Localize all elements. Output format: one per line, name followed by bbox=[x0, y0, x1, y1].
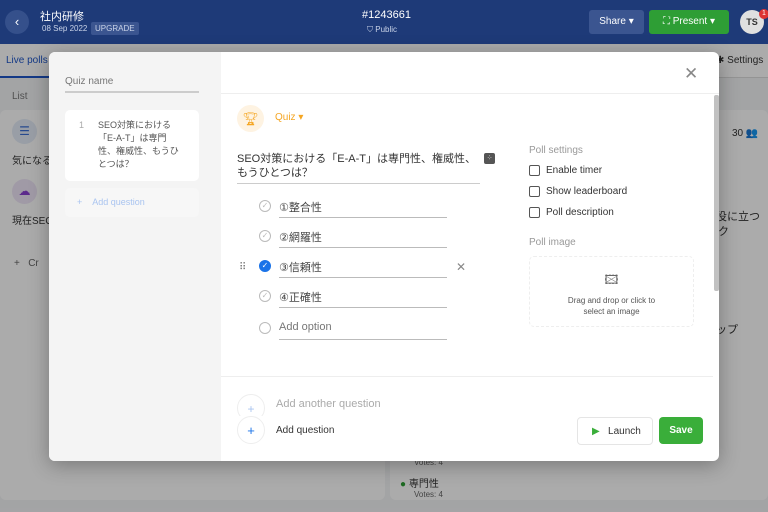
setting-label: Enable timer bbox=[546, 165, 603, 176]
setting-checkbox[interactable]: Poll description bbox=[529, 207, 614, 218]
setting-label: Poll description bbox=[546, 207, 614, 218]
randomize-icon[interactable]: ⁘ bbox=[484, 153, 495, 164]
back-button[interactable]: ‹ bbox=[5, 10, 29, 34]
add-question-button[interactable]: + bbox=[237, 416, 265, 444]
add-question-side-button[interactable]: + Add question bbox=[65, 188, 199, 217]
notification-badge: 1 bbox=[759, 9, 768, 19]
add-question-label: Add question bbox=[276, 425, 335, 436]
poll-image-title: Poll image bbox=[529, 237, 576, 248]
event-date: 08 Sep 2022 bbox=[42, 24, 88, 33]
share-button[interactable]: Share ▾ bbox=[589, 10, 644, 34]
event-id: #1243661 bbox=[362, 9, 411, 21]
save-button[interactable]: Save bbox=[659, 417, 703, 444]
shield-icon: ⛉ bbox=[367, 25, 376, 34]
checkbox[interactable] bbox=[529, 186, 540, 197]
checkbox[interactable] bbox=[529, 207, 540, 218]
check-circle-icon[interactable]: ✓ bbox=[259, 230, 271, 242]
answer-option[interactable]: ✓ ②網羅性 bbox=[259, 226, 447, 248]
answer-option[interactable]: ✓ ④正確性 bbox=[259, 286, 447, 308]
close-icon[interactable]: ✕ bbox=[684, 64, 698, 84]
correct-check-icon[interactable]: ✓ bbox=[259, 260, 271, 272]
answer-option[interactable]: ✓ ①整合性 bbox=[259, 196, 447, 218]
setting-label: Show leaderboard bbox=[546, 186, 628, 197]
question-text-input[interactable]: SEO対策における「E-A-T」は専門性、権威性、もうひとつは？ bbox=[237, 152, 480, 184]
upgrade-button[interactable]: UPGRADE bbox=[91, 22, 139, 35]
image-icon: 🖾 bbox=[604, 272, 619, 287]
check-circle-icon[interactable]: ✓ bbox=[259, 200, 271, 212]
visibility[interactable]: ⛉ Public bbox=[367, 25, 397, 35]
top-header: ‹ 社内研修 08 Sep 2022 UPGRADE #1243661 ⛉ Pu… bbox=[0, 0, 768, 44]
remove-option-icon[interactable]: ✕ bbox=[456, 260, 466, 274]
play-icon: ▶ bbox=[592, 426, 600, 437]
setting-checkbox[interactable]: Show leaderboard bbox=[529, 186, 627, 197]
trophy-icon: 🏆︎ bbox=[237, 105, 264, 132]
quiz-editor-modal: Quiz name 1 SEO対策における「E-A-T」は専門性、権威性、もうひ… bbox=[49, 52, 719, 461]
image-dropzone[interactable]: 🖾 Drag and drop or click to select an im… bbox=[529, 256, 694, 327]
question-list-item[interactable]: 1 SEO対策における「E-A-T」は専門性、権威性、もうひとつは？ bbox=[65, 110, 199, 181]
option-label: ②網羅性 bbox=[279, 232, 322, 244]
option-label: ④正確性 bbox=[279, 292, 322, 304]
check-circle-icon[interactable]: ✓ bbox=[259, 290, 271, 302]
question-list-panel: Quiz name 1 SEO対策における「E-A-T」は専門性、権威性、もうひ… bbox=[49, 52, 221, 461]
presentation-icon: ⛶ bbox=[662, 16, 673, 27]
quiz-type-dropdown[interactable]: Quiz ▾ bbox=[275, 112, 303, 123]
add-another-question-button[interactable]: + bbox=[237, 394, 265, 416]
drag-handle-icon[interactable]: ⠿ bbox=[239, 262, 246, 273]
option-label: ③信頼性 bbox=[279, 262, 322, 274]
launch-button[interactable]: ▶ Launch bbox=[577, 417, 653, 445]
add-another-question-label: Add another question bbox=[276, 398, 381, 410]
setting-checkbox[interactable]: Enable timer bbox=[529, 165, 602, 176]
checkbox[interactable] bbox=[529, 165, 540, 176]
present-button[interactable]: ⛶ Present ▾ bbox=[649, 10, 729, 34]
answer-option[interactable]: ✓ ③信頼性 bbox=[259, 256, 447, 278]
event-title: 社内研修 bbox=[40, 11, 84, 23]
option-label: ①整合性 bbox=[279, 202, 322, 214]
poll-settings-title: Poll settings bbox=[529, 145, 583, 156]
add-option-input[interactable]: Add option bbox=[259, 318, 447, 340]
quiz-name-input[interactable]: Quiz name bbox=[65, 76, 199, 93]
scrollbar[interactable] bbox=[714, 95, 719, 291]
